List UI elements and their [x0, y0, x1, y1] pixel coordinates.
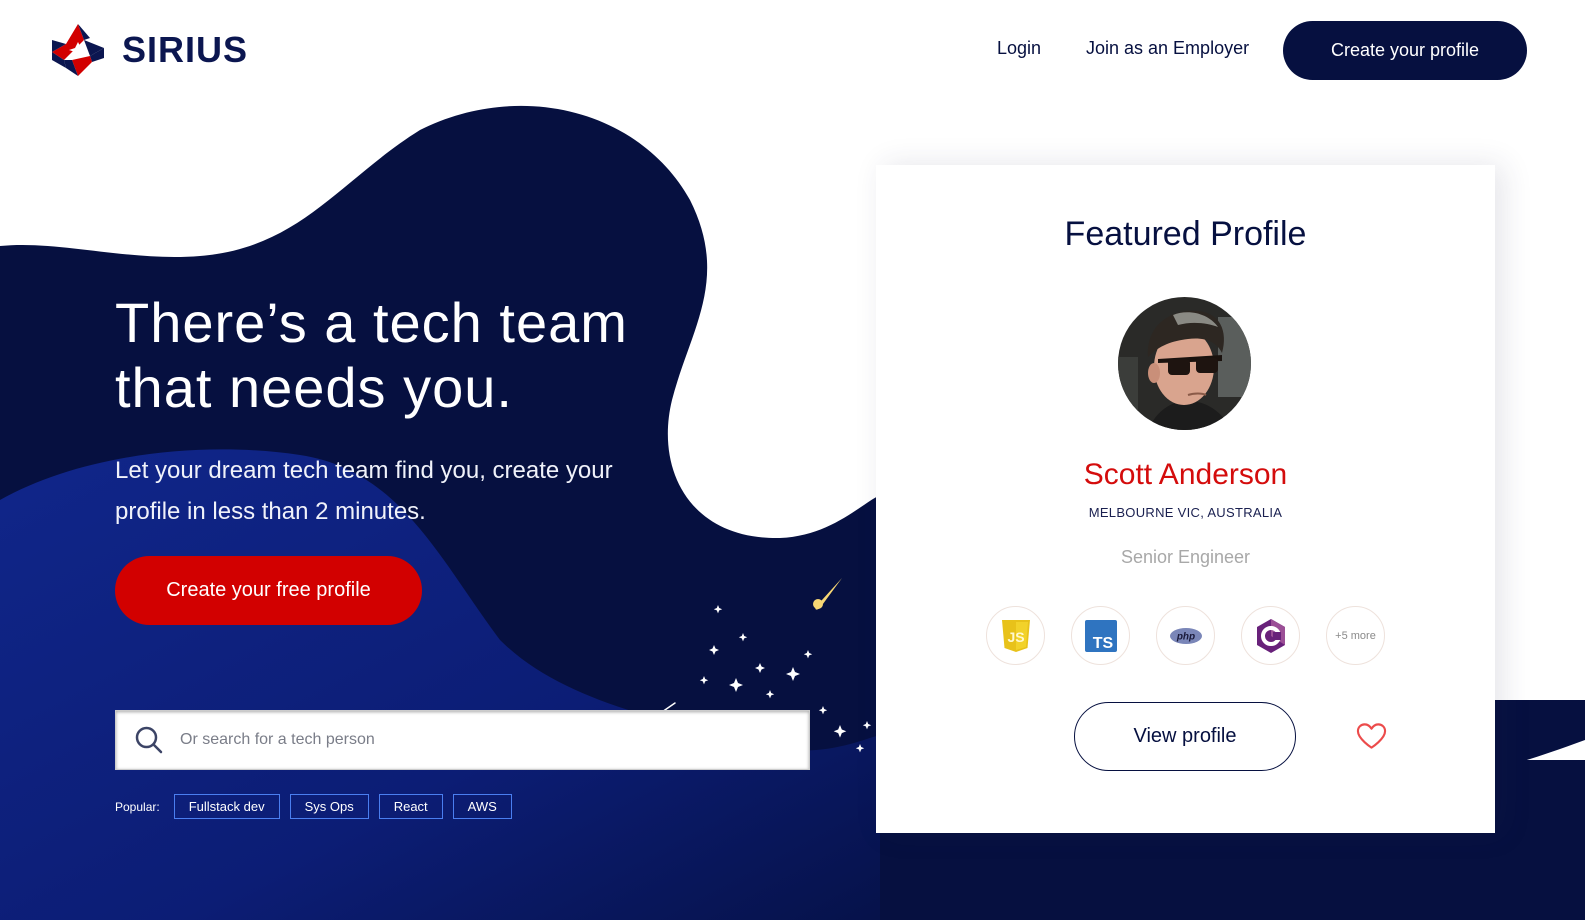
view-profile-button[interactable]: View profile — [1074, 702, 1296, 771]
csharp-icon — [1256, 618, 1285, 653]
popular-tags: Popular: Fullstack dev Sys Ops React AWS — [115, 794, 522, 819]
header: SIRIUS Login Join as an Employer Create … — [0, 0, 1585, 100]
tag-fullstack-dev[interactable]: Fullstack dev — [173, 794, 280, 819]
create-profile-button[interactable]: Create your profile — [1283, 21, 1527, 80]
skill-csharp[interactable] — [1241, 606, 1300, 665]
skill-php[interactable]: php — [1156, 606, 1215, 665]
sirius-star-logo-icon — [52, 24, 104, 76]
logo[interactable]: SIRIUS — [50, 22, 248, 78]
tag-react[interactable]: React — [378, 794, 443, 819]
skill-javascript[interactable]: JS — [986, 606, 1045, 665]
heart-icon[interactable] — [1356, 722, 1387, 750]
create-free-profile-button[interactable]: Create your free profile — [115, 556, 422, 625]
tag-sys-ops[interactable]: Sys Ops — [289, 794, 369, 819]
javascript-icon: JS — [1001, 619, 1030, 652]
svg-text:JS: JS — [1007, 629, 1024, 645]
profile-location: MELBOURNE VIC, AUSTRALIA — [1088, 505, 1283, 520]
php-icon: php — [1169, 627, 1202, 644]
search-bar[interactable] — [115, 710, 810, 770]
featured-profile-card: Featured Profile Scott Anderson MELBOURN… — [876, 165, 1495, 833]
popular-label: Popular: — [115, 799, 160, 814]
profile-name[interactable]: Scott Anderson — [876, 458, 1495, 492]
profile-role: Senior Engineer — [1120, 547, 1251, 567]
svg-text:php: php — [1175, 631, 1194, 642]
nav-join-employer-link[interactable]: Join as an Employer — [1086, 38, 1249, 59]
tag-aws[interactable]: AWS — [452, 794, 512, 819]
nav-login-link[interactable]: Login — [997, 38, 1041, 59]
search-icon — [135, 726, 163, 754]
brand-name: SIRIUS — [122, 29, 249, 70]
featured-profile-title: Featured Profile — [1064, 215, 1307, 253]
hero-title: There’s a tech team that needs you. — [115, 291, 628, 419]
hero-subtitle: Let your dream tech team find you, creat… — [115, 457, 613, 525]
search-input[interactable] — [180, 731, 780, 749]
avatar[interactable] — [1118, 297, 1251, 430]
skills-more-label: +5 more — [1335, 629, 1376, 642]
skill-typescript[interactable]: TS — [1071, 606, 1130, 665]
skills-more[interactable]: +5 more — [1326, 606, 1385, 665]
skills-list: JS TS php +5 more — [986, 606, 1411, 665]
typescript-icon: TS — [1084, 619, 1117, 652]
svg-text:TS: TS — [1092, 635, 1113, 652]
profile-photo — [1118, 297, 1251, 430]
hero-section: There’s a tech team that needs you. Let … — [115, 290, 715, 532]
